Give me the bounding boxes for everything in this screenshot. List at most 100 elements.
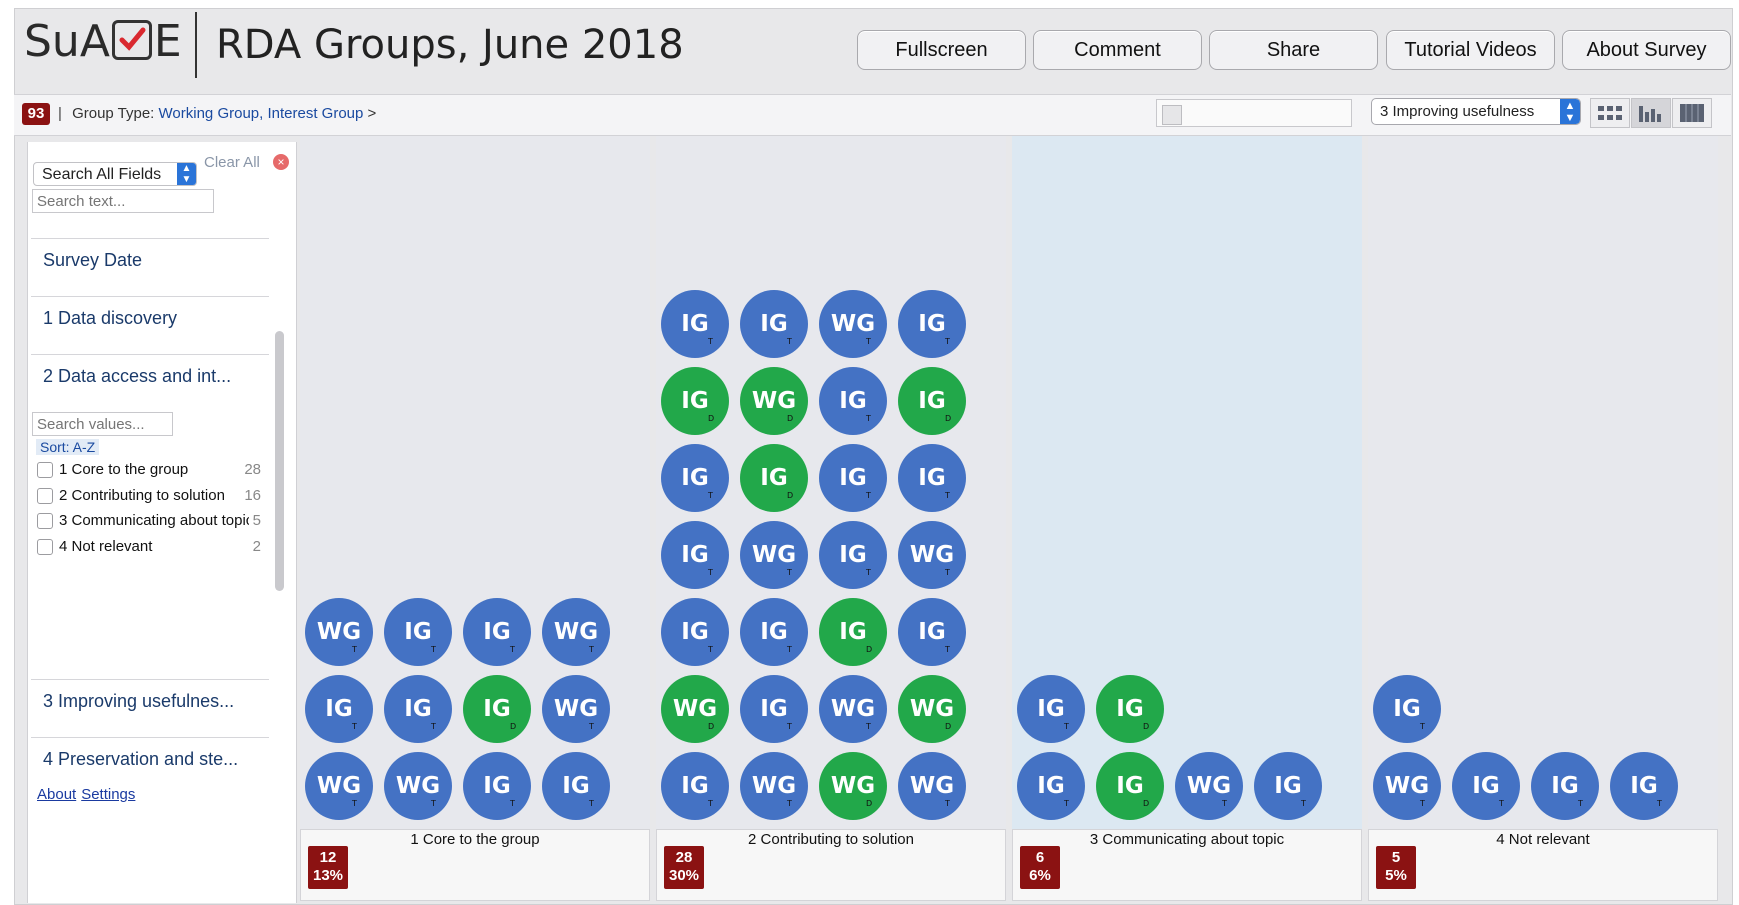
grid-view-icon[interactable] bbox=[1590, 98, 1630, 128]
about-survey-button[interactable]: About Survey bbox=[1562, 30, 1731, 70]
field-improving-usefulness[interactable]: 3 Improving usefulnes... bbox=[31, 679, 269, 735]
breadcrumb-arrow[interactable]: > bbox=[368, 105, 377, 122]
group-dot[interactable]: WG D bbox=[661, 675, 729, 743]
bucket-footer[interactable]: 2 Contributing to solution 28 30% bbox=[656, 829, 1006, 901]
panel-scrollbar[interactable] bbox=[275, 331, 284, 591]
group-dot[interactable]: IG T bbox=[305, 675, 373, 743]
group-dot[interactable]: IG T bbox=[898, 444, 966, 512]
group-dot[interactable]: IG T bbox=[661, 521, 729, 589]
clear-icon[interactable]: × bbox=[273, 154, 289, 170]
suave-logo[interactable]: SuA E bbox=[24, 16, 182, 67]
tutorial-videos-button[interactable]: Tutorial Videos bbox=[1386, 30, 1555, 70]
filter-option[interactable]: 4 Not relevant 2 bbox=[37, 537, 267, 559]
group-dot[interactable]: WG T bbox=[1373, 752, 1441, 820]
filter-option[interactable]: 1 Core to the group 28 bbox=[37, 460, 267, 482]
slider-handle[interactable] bbox=[1162, 105, 1182, 125]
filter-option[interactable]: 3 Communicating about topic 5 bbox=[37, 511, 267, 533]
group-subtype-label: T bbox=[1499, 799, 1504, 808]
group-dot[interactable]: IG T bbox=[898, 290, 966, 358]
filter-option[interactable]: 2 Contributing to solution 16 bbox=[37, 486, 267, 508]
group-dot[interactable]: IG T bbox=[1610, 752, 1678, 820]
group-dot[interactable]: WG T bbox=[1175, 752, 1243, 820]
group-dot[interactable]: WG T bbox=[740, 752, 808, 820]
search-values-input[interactable] bbox=[32, 412, 173, 436]
field-data-access[interactable]: 2 Data access and int... bbox=[31, 354, 269, 406]
group-dot[interactable]: WG T bbox=[898, 521, 966, 589]
group-dot[interactable]: WG T bbox=[542, 598, 610, 666]
group-dot[interactable]: IG T bbox=[819, 444, 887, 512]
option-checkbox[interactable] bbox=[37, 462, 53, 478]
group-dot[interactable]: IG T bbox=[661, 290, 729, 358]
group-dot[interactable]: IG T bbox=[740, 598, 808, 666]
group-dot[interactable]: WG T bbox=[819, 675, 887, 743]
share-button[interactable]: Share bbox=[1209, 30, 1378, 70]
group-dot[interactable]: IG T bbox=[384, 675, 452, 743]
group-dot[interactable]: IG T bbox=[1452, 752, 1520, 820]
group-dot[interactable]: IG D bbox=[819, 598, 887, 666]
bucket-percent: 6% bbox=[1029, 867, 1051, 884]
group-dot[interactable]: IG D bbox=[1096, 675, 1164, 743]
size-slider[interactable] bbox=[1156, 99, 1352, 127]
group-dot[interactable]: WG T bbox=[898, 752, 966, 820]
group-dot[interactable]: WG T bbox=[305, 752, 373, 820]
group-dot[interactable]: IG T bbox=[1254, 752, 1322, 820]
group-subtype-label: D bbox=[1143, 799, 1150, 808]
group-subtype-label: T bbox=[1420, 722, 1425, 731]
group-dot[interactable]: IG T bbox=[1531, 752, 1599, 820]
group-dot[interactable]: IG T bbox=[384, 598, 452, 666]
group-dot[interactable]: IG D bbox=[463, 675, 531, 743]
group-dot[interactable]: WG D bbox=[819, 752, 887, 820]
clear-all-button[interactable]: Clear All bbox=[204, 154, 260, 171]
bucket-footer[interactable]: 4 Not relevant 5 5% bbox=[1368, 829, 1718, 901]
field-survey-date[interactable]: Survey Date bbox=[31, 238, 269, 294]
group-type-label: IG bbox=[681, 619, 709, 645]
group-dot[interactable]: IG D bbox=[1096, 752, 1164, 820]
group-dot[interactable]: WG T bbox=[384, 752, 452, 820]
group-dot[interactable]: IG T bbox=[1017, 675, 1085, 743]
group-dot[interactable]: IG T bbox=[740, 290, 808, 358]
group-dot[interactable]: IG T bbox=[661, 598, 729, 666]
group-dot[interactable]: IG T bbox=[463, 752, 531, 820]
field-data-discovery[interactable]: 1 Data discovery bbox=[31, 296, 269, 352]
group-dot[interactable]: IG D bbox=[661, 367, 729, 435]
comment-button[interactable]: Comment bbox=[1033, 30, 1202, 70]
group-dot[interactable]: WG T bbox=[819, 290, 887, 358]
sort-toggle[interactable]: Sort: A-Z bbox=[36, 439, 100, 455]
group-dot[interactable]: WG D bbox=[898, 675, 966, 743]
fullscreen-button[interactable]: Fullscreen bbox=[857, 30, 1026, 70]
group-dot[interactable]: IG T bbox=[661, 752, 729, 820]
group-type-label: WG bbox=[1186, 773, 1232, 799]
group-dot[interactable]: WG D bbox=[740, 367, 808, 435]
search-field-select[interactable]: Search All Fields ▲ ▼ bbox=[33, 162, 197, 186]
group-dot[interactable]: IG T bbox=[463, 598, 531, 666]
group-dot[interactable]: IG T bbox=[1017, 752, 1085, 820]
group-dot[interactable]: IG T bbox=[740, 675, 808, 743]
group-type-label: IG bbox=[918, 311, 946, 337]
group-dot[interactable]: WG T bbox=[542, 675, 610, 743]
group-dot[interactable]: IG T bbox=[542, 752, 610, 820]
group-dot[interactable]: IG T bbox=[819, 367, 887, 435]
panel-links: About Settings bbox=[37, 786, 140, 803]
column-field-select[interactable]: 3 Improving usefulness ▲ ▼ bbox=[1371, 98, 1581, 125]
group-dot[interactable]: IG T bbox=[661, 444, 729, 512]
about-link[interactable]: About bbox=[37, 786, 76, 803]
group-dot[interactable]: IG T bbox=[898, 598, 966, 666]
group-dot[interactable]: IG T bbox=[1373, 675, 1441, 743]
field-preservation[interactable]: 4 Preservation and ste... bbox=[31, 737, 269, 773]
option-checkbox[interactable] bbox=[37, 488, 53, 504]
search-text-input[interactable] bbox=[32, 189, 214, 213]
bucket-footer[interactable]: 1 Core to the group 12 13% bbox=[300, 829, 650, 901]
table-view-icon[interactable] bbox=[1672, 98, 1712, 128]
group-dot[interactable]: WG T bbox=[305, 598, 373, 666]
group-dot[interactable]: IG T bbox=[819, 521, 887, 589]
option-checkbox[interactable] bbox=[37, 539, 53, 555]
breadcrumb-value[interactable]: Working Group, Interest Group bbox=[159, 105, 364, 122]
group-dot[interactable]: IG D bbox=[898, 367, 966, 435]
group-dot[interactable]: WG T bbox=[740, 521, 808, 589]
bar-view-icon[interactable] bbox=[1631, 98, 1671, 128]
option-checkbox[interactable] bbox=[37, 513, 53, 529]
group-type-label: IG bbox=[1037, 773, 1065, 799]
settings-link[interactable]: Settings bbox=[81, 786, 135, 803]
group-dot[interactable]: IG D bbox=[740, 444, 808, 512]
bucket-footer[interactable]: 3 Communicating about topic 6 6% bbox=[1012, 829, 1362, 901]
